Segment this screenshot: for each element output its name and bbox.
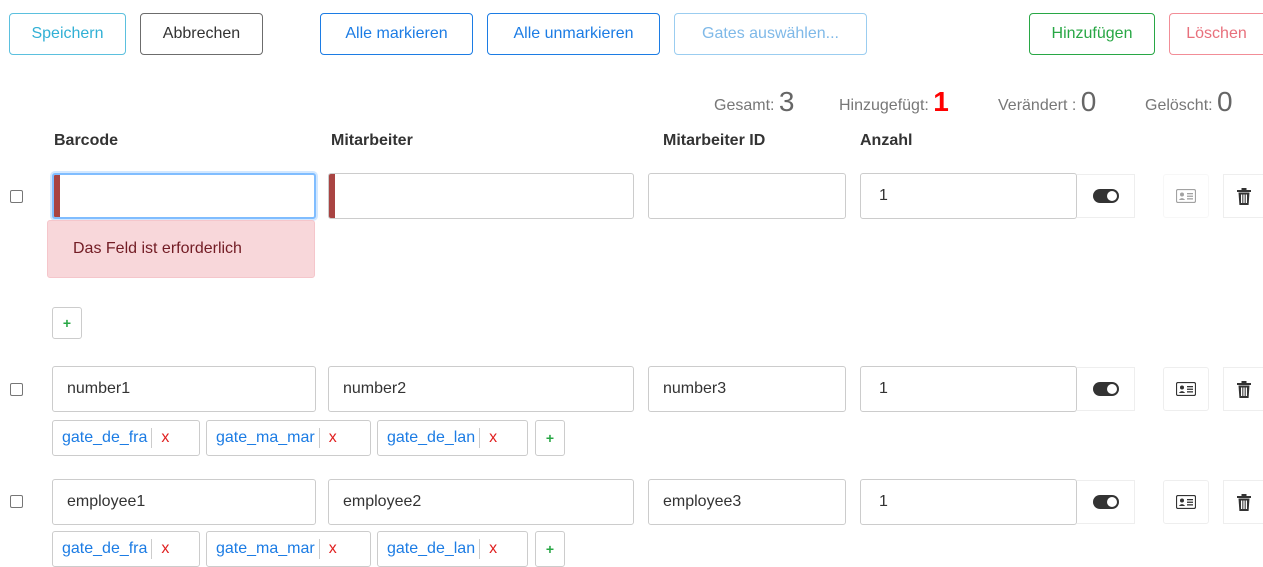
select-gates-button[interactable]: Gates auswählen... [674,13,867,55]
column-header-employee-id: Mitarbeiter ID [663,132,766,149]
stat-changed: Verändert : 0 [998,86,1096,118]
row-2-barcode-value: number1 [67,380,131,397]
gate-tag[interactable]: gate_de_lan x [377,420,528,456]
save-button[interactable]: Speichern [9,13,126,55]
gate-remove-button[interactable]: x [152,540,178,558]
row-2-employee-value: number2 [343,380,407,397]
gate-tag[interactable]: gate_de_lan x [377,531,528,567]
row-1-toggle[interactable] [1077,174,1135,218]
row-3-count-input[interactable]: 1 [860,479,1077,525]
gate-remove-button[interactable]: x [152,429,178,447]
row-1-checkbox[interactable] [10,190,23,203]
column-header-barcode: Barcode [54,132,119,149]
row-3-barcode-value: employee1 [67,493,146,510]
select-all-button[interactable]: Alle markieren [320,13,473,55]
add-button[interactable]: Hinzufügen [1029,13,1155,55]
row-2-count-input[interactable]: 1 [860,366,1077,412]
stat-deleted: Gelöscht: 0 [1145,86,1233,118]
stat-changed-value: 0 [1080,86,1097,117]
stat-total-value: 3 [778,86,795,117]
id-card-icon [1176,382,1196,396]
toggle-icon [1092,189,1119,203]
row-1-count-input[interactable]: 1 [860,173,1077,219]
gate-remove-button[interactable]: x [480,429,506,447]
row-3-toggle[interactable] [1077,480,1135,524]
row-3-delete-button[interactable] [1223,480,1263,524]
row-3-barcode-input[interactable]: employee1 [52,479,316,525]
toggle-icon [1092,495,1119,509]
stat-added-value: 1 [933,86,949,117]
gate-tag-label[interactable]: gate_de_fra [53,429,151,447]
cancel-button[interactable]: Abbrechen [140,13,263,55]
gate-remove-button[interactable]: x [480,540,506,558]
row-3-employee-id-input[interactable]: employee3 [648,479,846,525]
stat-changed-label: Verändert : [998,97,1077,114]
gate-tag-label[interactable]: gate_de_fra [53,540,151,558]
gate-tag-label[interactable]: gate_de_lan [378,429,479,447]
row-3-employee-input[interactable]: employee2 [328,479,634,525]
stat-total: Gesamt: 3 [714,86,795,118]
row-2-barcode-input[interactable]: number1 [52,366,316,412]
stat-total-label: Gesamt: [714,97,775,114]
trash-icon [1236,493,1251,511]
row-2-delete-button[interactable] [1223,367,1263,411]
deselect-all-button[interactable]: Alle unmarkieren [487,13,660,55]
trash-icon [1236,187,1251,205]
validation-error: Das Feld ist erforderlich [47,220,315,278]
row-3-employee-id-value: employee3 [663,493,742,510]
required-marker [54,175,60,217]
row-2-employee-id-value: number3 [663,380,727,397]
stat-added-label: Hinzugefügt: [839,97,929,114]
row-3-employee-value: employee2 [343,493,422,510]
row-1-barcode-input[interactable] [52,173,316,219]
row-3-checkbox[interactable] [10,495,23,508]
id-card-icon [1176,495,1196,509]
row-1-add-gate-button[interactable]: + [52,307,82,339]
column-header-employee: Mitarbeiter [331,132,413,149]
row-1-card-button[interactable] [1163,174,1209,218]
row-3-add-gate-button[interactable]: + [535,531,565,567]
row-1-delete-button[interactable] [1223,174,1263,218]
id-card-icon [1176,189,1196,203]
gate-tag[interactable]: gate_ma_mar x [206,420,371,456]
row-2-count-value: 1 [879,380,888,397]
gate-tag-label[interactable]: gate_ma_mar [207,540,319,558]
gate-tag[interactable]: gate_ma_mar x [206,531,371,567]
gate-remove-button[interactable]: x [320,429,346,447]
stat-deleted-label: Gelöscht: [1145,97,1213,114]
row-2-add-gate-button[interactable]: + [535,420,565,456]
row-3-count-value: 1 [879,493,888,510]
gate-tag-label[interactable]: gate_de_lan [378,540,479,558]
row-2-toggle[interactable] [1077,367,1135,411]
stat-deleted-value: 0 [1217,86,1233,117]
gate-tag-label[interactable]: gate_ma_mar [207,429,319,447]
gate-tag[interactable]: gate_de_fra x [52,531,200,567]
row-2-employee-id-input[interactable]: number3 [648,366,846,412]
stat-added: Hinzugefügt: 1 [839,86,949,118]
row-1-employee-input[interactable] [328,173,634,219]
row-1-employee-id-input[interactable] [648,173,846,219]
toggle-icon [1092,382,1119,396]
required-marker [329,174,335,218]
column-header-count: Anzahl [860,132,913,149]
gate-tag[interactable]: gate_de_fra x [52,420,200,456]
row-3-card-button[interactable] [1163,480,1209,524]
trash-icon [1236,380,1251,398]
row-1-count-value: 1 [879,187,888,204]
row-2-checkbox[interactable] [10,383,23,396]
validation-error-text: Das Feld ist erforderlich [73,240,242,257]
gate-remove-button[interactable]: x [320,540,346,558]
row-2-card-button[interactable] [1163,367,1209,411]
delete-button[interactable]: Löschen [1169,13,1263,55]
row-2-employee-input[interactable]: number2 [328,366,634,412]
